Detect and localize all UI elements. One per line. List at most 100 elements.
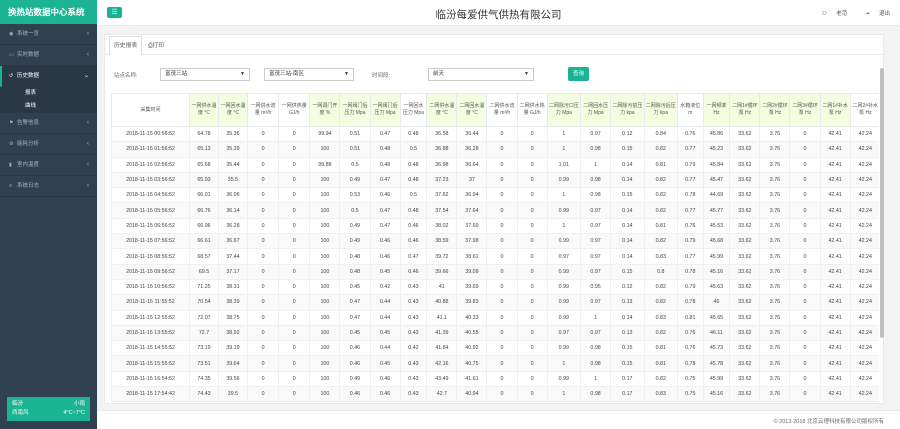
table-cell: 33.62 xyxy=(729,355,761,372)
table-cell: 41.39 xyxy=(426,324,458,342)
sidebar-item-4[interactable]: ⚙ 能耗分析 ‹ xyxy=(0,134,97,155)
sidebar-item-6[interactable]: ≡ 系统日志 ‹ xyxy=(0,176,97,197)
table-cell: 0 xyxy=(246,324,280,342)
sidebar-item-label: 历史数据 xyxy=(17,73,40,79)
sidebar-subitem-0[interactable]: 报表 xyxy=(0,87,97,100)
table-cell: 73.51 xyxy=(189,355,219,372)
table-cell: 0 xyxy=(789,324,821,342)
table-cell: 33.62 xyxy=(729,202,761,219)
table-cell: 42.24 xyxy=(849,233,879,250)
alarm-icon: ⚑ xyxy=(9,120,14,126)
table-cell: 0.99 xyxy=(546,370,582,388)
table-cell: 33.62 xyxy=(729,263,761,280)
scrollbar-thumb[interactable] xyxy=(880,68,884,338)
table-cell: 0 xyxy=(486,187,518,204)
table-cell: 0.15 xyxy=(610,187,645,204)
sidebar-item-label: 室内温度 xyxy=(17,162,40,168)
user-link[interactable]: ⚇ 老范 xyxy=(814,11,847,17)
table-cell: 100 xyxy=(309,278,341,296)
table-cell: 0.48 xyxy=(399,202,428,219)
table-cell: 0.43 xyxy=(399,309,428,326)
table-cell: 0.99 xyxy=(546,263,582,280)
cell-time: 2018-11-15 11:55:52 xyxy=(111,294,190,311)
table-cell: 36.94 xyxy=(456,187,488,204)
table-cell: 0.83 xyxy=(643,248,678,265)
table-cell: 1 xyxy=(546,217,582,235)
table-cell: 0.12 xyxy=(610,125,645,143)
table-cell: 3.76 xyxy=(759,324,791,342)
sidebar-item-5[interactable]: ▮ 室内温度 ‹ xyxy=(0,155,97,176)
table-cell: 42.41 xyxy=(819,355,851,372)
table-cell: 42.41 xyxy=(819,202,851,219)
table-cell: 33.62 xyxy=(729,278,761,296)
table-cell: 36.14 xyxy=(217,202,248,219)
table-cell: 0.98 xyxy=(580,141,612,158)
table-row: 2018-11-15 05:56:52 66.76 36.14 0 0 100 0.5 0.4… xyxy=(111,202,879,219)
sidebar-item-3[interactable]: ⚑ 告警信息 ‹ xyxy=(0,113,97,134)
table-cell: 0.47 xyxy=(369,171,401,189)
sidebar-item-2[interactable]: ↺ 历史数据 ⌄ xyxy=(0,66,97,87)
table-cell: 99.88 xyxy=(309,156,341,173)
table-cell: 33.62 xyxy=(729,340,761,357)
sidebar-item-0[interactable]: ◉ 系统一览 ‹ xyxy=(0,24,97,45)
table-cell: 45.53 xyxy=(702,217,731,235)
weather-city: 临汾 xyxy=(12,401,24,407)
table-cell: 0 xyxy=(246,370,280,388)
table-cell: 0.43 xyxy=(399,355,428,372)
table-cell: 41.84 xyxy=(426,340,458,357)
table-cell: 3.76 xyxy=(759,187,791,204)
query-button[interactable]: 查询 xyxy=(568,67,589,81)
zone-select[interactable]: 富茂三站-南区 ▼ xyxy=(264,68,354,81)
table-cell: 33.62 xyxy=(729,187,761,204)
table-cell: 0 xyxy=(516,217,548,235)
table-cell: 0.48 xyxy=(399,156,428,173)
table-row: 2018-11-15 00:56:52 64.78 35.36 0 0 99.94 0.51… xyxy=(111,125,879,143)
table-cell: 100 xyxy=(309,171,341,189)
period-select[interactable]: 前天 ▼ xyxy=(428,68,534,81)
table-cell: 0.49 xyxy=(339,217,371,235)
table-cell: 0.48 xyxy=(399,171,428,189)
table-cell: 0.76 xyxy=(676,340,704,357)
table-cell: 0 xyxy=(278,125,311,143)
table-cell: 0.43 xyxy=(399,324,428,342)
table-cell: 0 xyxy=(246,309,280,326)
station-select[interactable]: 富茂三站 ▼ xyxy=(160,68,250,81)
table-cell: 0.98 xyxy=(580,340,612,357)
table-cell: 0 xyxy=(516,263,548,280)
sidebar-subitem-1[interactable]: 曲线 xyxy=(0,100,97,113)
table-cell: 0.99 xyxy=(546,294,582,311)
table-cell: 0.79 xyxy=(676,233,704,250)
sidebar: 换热站数据中心系统 ◉ 系统一览 ‹ ▭ 实时数据 ‹ ↺ 历史数据 ⌄ 报表 曲线 ⚑ 告警信息 ‹ ⚙ 能… xyxy=(0,0,97,429)
table-row: 2018-11-15 13:55:52 72.7 38.92 0 0 100 0.45 0.4… xyxy=(111,324,879,342)
table-cell: 42.24 xyxy=(849,125,879,143)
table-row: 2018-11-15 12:55:52 72.07 38.75 0 0 100 0.47 0.… xyxy=(111,309,879,326)
table-row: 2018-11-15 04:56:52 66.01 36.06 0 0 100 0.53 0.… xyxy=(111,187,879,204)
cell-time: 2018-11-15 12:55:52 xyxy=(111,309,190,326)
table-cell: 0.44 xyxy=(369,340,401,357)
weather-widget: 临汾 小雨 西南风 4°C~7°C xyxy=(7,397,90,421)
table-cell: 0.14 xyxy=(610,309,645,326)
table-cell: 0.97 xyxy=(580,263,612,280)
table-cell: 0 xyxy=(278,386,311,403)
table-cell: 0.46 xyxy=(369,386,401,403)
table-cell: 45.16 xyxy=(702,386,731,403)
table-cell: 0.43 xyxy=(399,386,428,403)
table-cell: 0.76 xyxy=(676,217,704,235)
table-cell: 100 xyxy=(309,263,341,280)
sidebar-item-1[interactable]: ▭ 实时数据 ‹ xyxy=(0,45,97,66)
table-cell: 0.97 xyxy=(580,294,612,311)
table-cell: 0.97 xyxy=(580,202,612,219)
column-header: 一网供热量 GJ/h xyxy=(278,93,311,127)
table-cell: 0 xyxy=(789,233,821,250)
table-cell: 0.42 xyxy=(399,340,428,357)
table-cell: 0.14 xyxy=(610,233,645,250)
column-header: 二网除污口压力 Mpa xyxy=(546,93,582,127)
table-cell: 37.64 xyxy=(456,202,488,219)
table-cell: 37.98 xyxy=(456,233,488,250)
table-cell: 0.5 xyxy=(399,187,428,204)
column-header: 二网2#循环泵 Hz xyxy=(759,93,791,127)
tab-print[interactable]: ⎙打印 xyxy=(144,37,168,57)
logout-link[interactable]: ⇥ 退出 xyxy=(857,11,890,17)
table-cell: 36.64 xyxy=(456,156,488,173)
tab-history-report[interactable]: 历史报表 xyxy=(109,36,143,56)
